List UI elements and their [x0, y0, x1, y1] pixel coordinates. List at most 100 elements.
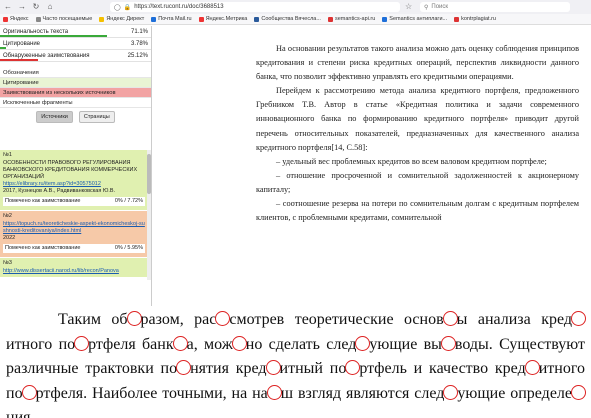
- bookmark-item[interactable]: kontrplagiat.ru: [454, 16, 496, 22]
- scrollbar-thumb[interactable]: [147, 154, 151, 194]
- bookmark-item[interactable]: Часто посещаемые: [35, 16, 92, 22]
- bookmark-label: Яндекс.Метрика: [205, 16, 248, 22]
- bookmark-item[interactable]: Почта Mail.ru: [151, 16, 192, 22]
- metric-citation: Цитирование 3.78%: [0, 38, 151, 50]
- legend-multi-source[interactable]: Заимствования из нескольких источников: [0, 88, 151, 98]
- zoomed-text-segment: Таким об: [58, 311, 128, 328]
- metric-borrowings: Обнаруженные заимствования 25.12%: [0, 50, 151, 62]
- bookmark-item[interactable]: Semantics антиплаги...: [382, 16, 447, 22]
- bookmark-item[interactable]: Яндекс Директ: [99, 16, 144, 22]
- sources-list: №1 ОСОБЕННОСТИ ПРАВОВОГО РЕГУЛИРОВАНИЯ Б…: [0, 150, 148, 280]
- bookmark-favicon-icon: [382, 16, 388, 22]
- zoomed-text-segment: ы анализа кред: [456, 311, 572, 328]
- zoomed-excerpt: Таким об разом, рас смотрев теоретические …: [0, 306, 591, 418]
- bookmark-item[interactable]: Яндекс: [3, 16, 29, 22]
- back-icon[interactable]: ←: [4, 3, 12, 11]
- zoomed-text-segment: ртфель и качество кред: [359, 360, 526, 377]
- tab-pages[interactable]: Страницы: [78, 111, 115, 123]
- search-input[interactable]: ⚲ Поиск: [420, 2, 570, 12]
- zoomed-text-segment: смотрев теоретические основ: [229, 311, 444, 328]
- metric-label: Цитирование: [3, 40, 41, 47]
- bookmark-item[interactable]: Яндекс.Метрика: [198, 16, 248, 22]
- bookmark-favicon-icon: [35, 16, 41, 22]
- bookmark-favicon-icon: [3, 16, 8, 22]
- substitution-mark-icon: [524, 360, 540, 375]
- paragraph: На основании результатов такого анализа …: [256, 44, 579, 82]
- bookmarks-bar: Яндекс Часто посещаемые Яндекс Директ Почта…: [0, 14, 591, 25]
- substitution-mark-icon: [176, 360, 192, 375]
- source-mark-row: Помечено как заимствование 0% / 5.95%: [3, 244, 145, 253]
- zoomed-text-segment: ртфеля. Наиболее точными, на на: [35, 384, 268, 402]
- source-item[interactable]: №2 https://topuch.ru/teoreticheskie-aspe…: [0, 211, 148, 258]
- zoomed-text-segment: ующие определе: [457, 384, 573, 402]
- substitution-mark-icon: [126, 311, 142, 326]
- source-item[interactable]: №3 http://www.dissertacii.narod.ru/lib/r…: [0, 258, 148, 278]
- bookmark-star-icon[interactable]: ☆: [405, 2, 412, 11]
- source-mark-label[interactable]: Помечено как заимствование: [5, 198, 80, 205]
- source-mark-row: Помечено как заимствование 0% / 7.72%: [3, 197, 145, 206]
- zoomed-text-segment: но сделать след: [245, 335, 357, 353]
- paragraph: Перейдем к рассмотрению метода анализа к…: [256, 86, 579, 152]
- source-number: №1: [3, 152, 12, 158]
- substitution-mark-icon: [571, 384, 587, 400]
- forward-icon[interactable]: →: [18, 3, 26, 11]
- lock-icon: 🔒: [123, 4, 132, 11]
- source-mark-label[interactable]: Помечено как заимствование: [5, 245, 80, 252]
- bookmark-favicon-icon: [151, 16, 157, 22]
- source-percent: 0% / 5.95%: [114, 245, 143, 251]
- home-icon[interactable]: ⌂: [46, 3, 54, 11]
- bookmark-favicon-icon: [99, 16, 105, 22]
- substitution-mark-icon: [440, 335, 456, 351]
- search-placeholder: Поиск: [431, 4, 449, 10]
- url-bar[interactable]: ◯ 🔒 https://text.rucont.ru/doc/3688513: [110, 2, 400, 12]
- source-percent: 0% / 7.72%: [114, 198, 143, 204]
- metric-bar: [0, 35, 108, 37]
- search-icon: ⚲: [424, 4, 429, 11]
- legend-citation[interactable]: Цитирование: [0, 78, 151, 88]
- metric-value: 25.12%: [127, 52, 148, 59]
- source-link[interactable]: https://topuch.ru/teoreticheskie-aspekt-…: [3, 221, 145, 235]
- metric-originality: Оригинальность текста 71.1%: [0, 26, 151, 38]
- source-meta: 2022: [3, 235, 16, 241]
- reload-icon[interactable]: ↻: [32, 3, 40, 11]
- bookmark-label: Semantics антиплаги...: [389, 16, 448, 22]
- sources-scrollbar[interactable]: [147, 150, 151, 280]
- bookmark-label: Яндекс Директ: [106, 16, 145, 22]
- substitution-mark-icon: [266, 384, 282, 400]
- panel-tabs: Источники Страницы: [0, 108, 151, 126]
- tab-sources[interactable]: Источники: [36, 111, 73, 123]
- zoomed-text-segment: разом, рас: [140, 311, 217, 328]
- bookmark-item[interactable]: semantics-api.ru: [327, 16, 376, 22]
- metric-label: Оригинальность текста: [3, 28, 69, 35]
- bookmark-favicon-icon: [198, 16, 204, 22]
- bookmark-favicon-icon: [454, 16, 460, 22]
- bookmark-label: Почта Mail.ru: [158, 16, 192, 22]
- source-number: №3: [3, 260, 12, 266]
- list-item: – удельный вес проблемных кредитов во вс…: [276, 156, 547, 166]
- zoomed-paragraph: Таким об разом, рас смотрев теоретические …: [6, 308, 587, 418]
- source-link[interactable]: http://www.dissertacii.narod.ru/lib/reco…: [3, 268, 145, 275]
- legend-excluded[interactable]: Исключенные фрагменты: [0, 98, 151, 108]
- bookmark-label: kontrplagiat.ru: [461, 16, 496, 22]
- legend-title: Обозначения: [0, 68, 151, 78]
- bookmark-item[interactable]: Сообщества Вячесла...: [254, 16, 321, 22]
- source-link[interactable]: https://elibrary.ru/item.asp?id=30575012: [3, 181, 145, 188]
- substitution-mark-icon: [265, 360, 281, 375]
- report-panel: Оригинальность текста 71.1% Цитирование …: [0, 26, 152, 306]
- zoomed-text-segment: ш взгляд являются след: [280, 384, 445, 402]
- zoomed-text-segment: ующие вы: [369, 335, 442, 353]
- metric-bar: [0, 47, 6, 49]
- source-title: ОСОБЕННОСТИ ПРАВОВОГО РЕГУЛИРОВАНИЯ БАНК…: [3, 160, 138, 180]
- zoomed-text-segment: ния.: [6, 409, 35, 418]
- url-text: https://text.rucont.ru/doc/3688513: [134, 4, 224, 10]
- zoomed-text-segment: итного: [6, 335, 59, 353]
- bookmark-favicon-icon: [254, 16, 260, 22]
- source-item[interactable]: №1 ОСОБЕННОСТИ ПРАВОВОГО РЕГУЛИРОВАНИЯ Б…: [0, 150, 148, 211]
- bookmark-label: semantics-api.ru: [334, 16, 376, 22]
- list-item: – соотношение резерва на потери по сомни…: [256, 199, 579, 223]
- metric-label: Обнаруженные заимствования: [3, 52, 90, 59]
- document-text: На основании результатов такого анализа …: [156, 28, 591, 308]
- metric-bar: [0, 59, 38, 61]
- zoomed-text-segment: по: [58, 335, 76, 353]
- substitution-mark-icon: [231, 335, 247, 351]
